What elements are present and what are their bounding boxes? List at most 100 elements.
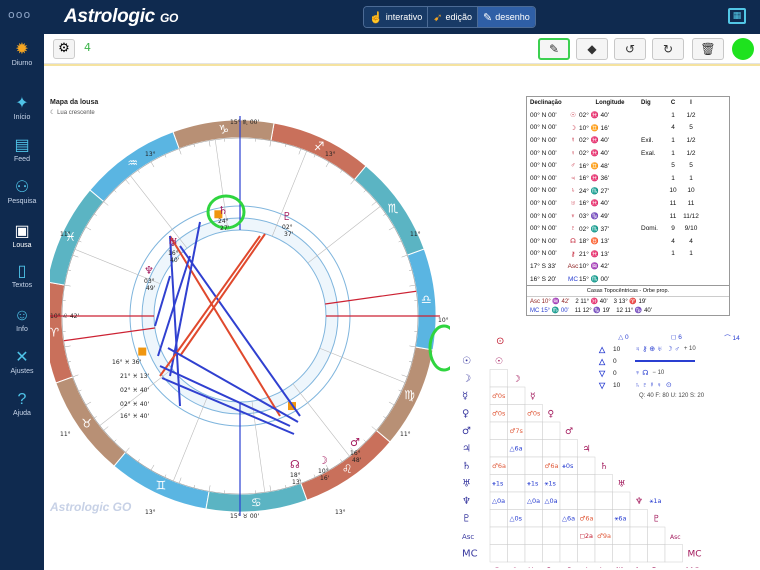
divider xyxy=(44,64,760,66)
aspect-cell: ♂6a xyxy=(580,515,594,523)
aspect-cell: ⚹1s xyxy=(545,480,557,488)
aspect-cell: △0a xyxy=(492,497,505,505)
diag-glyph: Asc xyxy=(670,534,681,541)
table-cell: ♅ xyxy=(570,199,576,207)
table-cell: 11 xyxy=(669,199,677,207)
aspect-cell: ♂0s xyxy=(492,410,506,418)
map-title: Mapa da lousa xyxy=(50,99,99,106)
mode-label: edição xyxy=(445,12,472,22)
brand-name: Astrologic xyxy=(64,6,155,27)
row-glyph: ☿ xyxy=(462,391,468,402)
drawing-toolbar: ⚙ 4 ✎ ◆ ↺ ↻ 🗑 xyxy=(44,34,760,64)
row-glyph: ♂ xyxy=(462,426,471,437)
col-dig: Dig xyxy=(641,100,651,106)
sidebar-item-inicio[interactable]: ✦ Início xyxy=(0,94,44,121)
people-icon: ⚇ xyxy=(14,179,30,196)
board-view-icon[interactable]: ▦ xyxy=(728,8,746,24)
column-glyph: ♆ xyxy=(633,567,641,568)
pencil-button[interactable]: ✎ xyxy=(538,38,570,60)
grid-cell xyxy=(577,456,596,475)
planet-glyph: ♆ xyxy=(144,264,154,277)
planet-minute: 16' xyxy=(320,475,330,482)
aspect-cell: ♂7s xyxy=(510,427,524,435)
sidebar-item-lousa[interactable]: ▣ Lousa xyxy=(0,222,44,249)
undo-icon: ↺ xyxy=(624,42,636,56)
sidebar-item-label: Diurno xyxy=(11,60,33,67)
settings-button[interactable]: ⚙ xyxy=(53,39,75,59)
table-cell: 02° ♓ 40' xyxy=(579,137,610,145)
table-cell: ⚷ xyxy=(570,250,576,258)
table-cell: 02° ♏ 37' xyxy=(579,225,610,233)
sign-glyph: ♍ xyxy=(404,388,415,402)
diag-glyph: ♆ xyxy=(635,497,643,507)
grid-cell xyxy=(507,456,526,475)
table-cell: 10° ♒ 42' xyxy=(579,263,610,271)
mode-edicao-button[interactable]: ➹ edição xyxy=(428,7,478,27)
cusp-degree: 13° xyxy=(325,151,336,158)
houses-row: MC 15° ♏ 00' 11 12° ♑ 19' 12 11° ♑ 40' xyxy=(527,306,729,315)
astrology-wheel[interactable]: ♈♉♊♋♌♍♎♏♐♑♒♓15° ♏ 00'15° ♉ 00'10° ♒ 00'1… xyxy=(50,116,450,528)
declination-rows: 00° N 00' ☉ 02° ♓ 40' 1 1/2 00° N 00' ☽ 10° ♊ 1… xyxy=(527,109,729,285)
grid-cell xyxy=(542,544,561,563)
table-row: 17° S 33' Asc 10° ♒ 42' xyxy=(527,260,729,273)
table-cell: 4 xyxy=(689,237,693,245)
moon-phase: ☾ Lua crescente xyxy=(50,109,95,116)
grid-cell xyxy=(524,421,543,440)
board-icon: ▣ xyxy=(14,223,30,240)
top-bar: ooo Astrologic GO ☝ interativo ➹ edição ✎ d… xyxy=(0,0,760,34)
table-cell: 02° ♓ 40' xyxy=(579,150,610,158)
grid-cell xyxy=(577,474,596,493)
planet-degree: 16° xyxy=(168,250,179,257)
table-cell: 1 xyxy=(689,174,693,182)
table-cell: 1 xyxy=(671,250,675,258)
table-cell: 16° ♓ 36' xyxy=(579,175,610,183)
table-cell: 15° ♏ 00' xyxy=(579,276,610,284)
sidebar-item-ajuda[interactable]: ? Ajuda xyxy=(0,390,44,417)
eraser-button[interactable]: ◆ xyxy=(576,38,608,60)
sidebar-item-feed[interactable]: ▤ Feed xyxy=(0,136,44,163)
diag-glyph: ♀ xyxy=(548,410,555,420)
sidebar-item-diurno[interactable]: ✹ Diurno xyxy=(0,40,44,67)
grid-cell xyxy=(559,474,578,493)
grid-cell xyxy=(559,544,578,563)
asc-degree: 10° ♒ 00' xyxy=(438,317,450,324)
diag-glyph: ☽ xyxy=(513,375,521,385)
brush-icon: ✎ xyxy=(482,11,493,24)
sparkle-icon: ✦ xyxy=(15,95,29,112)
sidebar-item-ajustes[interactable]: ✕ Ajustes xyxy=(0,348,44,375)
redo-button[interactable]: ↻ xyxy=(652,38,684,60)
table-cell: Exal. xyxy=(641,149,656,157)
table-cell: 00° N 00' xyxy=(530,124,557,132)
planet-position-label: 16° ♓ 40' xyxy=(120,413,149,420)
row-glyph: ♄ xyxy=(462,461,471,472)
planet-degree: 24° xyxy=(218,218,229,225)
column-glyph: MC xyxy=(686,567,700,568)
table-cell: ♇ xyxy=(570,225,576,233)
sidebar-item-info[interactable]: ☺ Info xyxy=(0,306,44,333)
grid-cell xyxy=(612,491,631,510)
sidebar-item-pesquisa[interactable]: ⚇ Pesquisa xyxy=(0,178,44,205)
cusp-degree: 11° xyxy=(410,231,421,238)
menu-dots-icon[interactable]: ooo xyxy=(8,8,31,21)
trash-icon: 🗑 xyxy=(700,42,716,56)
cusp-degree: 13° xyxy=(145,509,156,516)
sidebar-item-textos[interactable]: ▯ Textos xyxy=(0,262,44,289)
mode-desenho-button[interactable]: ✎ desenho xyxy=(477,7,535,27)
table-cell: ☉ xyxy=(570,112,576,120)
house-cell: 2 11° ♓ 40' xyxy=(575,299,608,306)
sidebar-item-label: Ajuda xyxy=(13,410,31,417)
aspect-cell: ♂6a xyxy=(492,462,506,470)
sign-glyph: ♉ xyxy=(81,416,92,430)
grid-cell xyxy=(612,526,631,545)
sidebar-item-label: Info xyxy=(16,326,28,333)
table-cell: Domi. xyxy=(641,225,658,233)
table-cell: 03° ♑ 49' xyxy=(579,213,610,221)
undo-button[interactable]: ↺ xyxy=(614,38,646,60)
cusp-degree: 11° xyxy=(60,231,71,238)
mode-interativo-button[interactable]: ☝ interativo xyxy=(364,7,429,27)
color-picker-button[interactable] xyxy=(732,38,754,60)
delete-button[interactable]: 🗑 xyxy=(692,38,724,60)
table-row: 00° N 00' ☽ 10° ♊ 16' 4 5 xyxy=(527,122,729,135)
wrench-icon: ✕ xyxy=(15,349,29,366)
table-cell: 00° N 00' xyxy=(530,250,557,258)
